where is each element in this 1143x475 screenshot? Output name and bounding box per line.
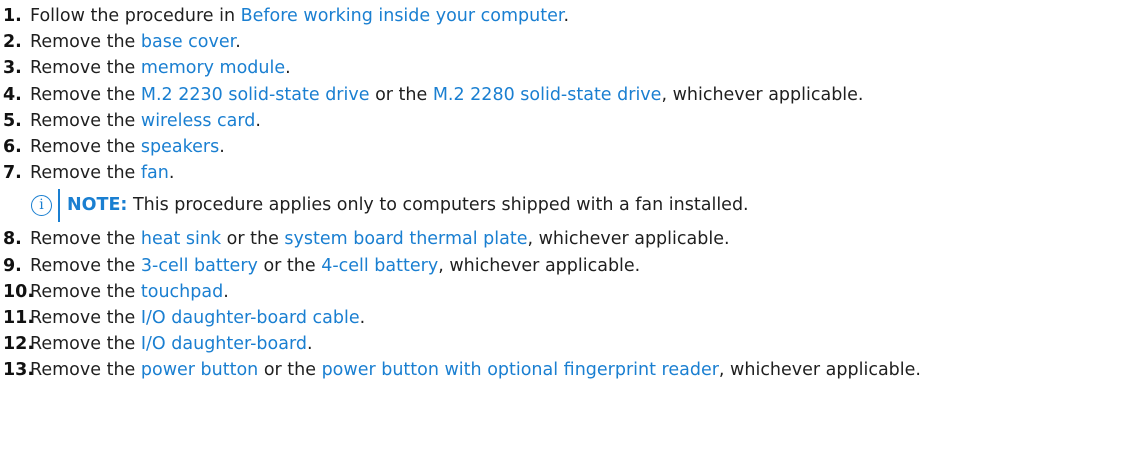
note-body: This procedure applies only to computers…	[127, 195, 749, 216]
step-text: Remove the memory module.	[30, 55, 291, 81]
note-callout: i NOTE: This procedure applies only to co…	[0, 186, 1143, 226]
step-text-segment: .	[223, 281, 229, 302]
step-text-segment: .	[219, 136, 225, 157]
step-link[interactable]: 4-cell battery	[321, 256, 438, 276]
note-divider	[58, 189, 60, 223]
step-text-segment: , whichever applicable.	[718, 360, 921, 381]
step-link[interactable]: speakers	[141, 137, 219, 157]
step-link[interactable]: power button with optional fingerprint r…	[322, 360, 719, 380]
step-link[interactable]: touchpad	[141, 282, 223, 302]
step-text-segment: Remove the	[30, 360, 141, 381]
step-text-segment: Follow the procedure in	[30, 6, 241, 26]
step-number: 4.	[3, 84, 22, 105]
step-link[interactable]: memory module	[141, 58, 285, 78]
step-text-segment: .	[563, 6, 570, 26]
step-text: Remove the speakers.	[30, 134, 225, 160]
step-text-segment: .	[285, 58, 291, 79]
step-item: 2. Remove the base cover.	[0, 29, 1143, 55]
step-item: 13. Remove the power button or the power …	[0, 357, 1143, 383]
step-number: 1.	[3, 6, 22, 26]
step-item: 10. Remove the touchpad.	[0, 279, 1143, 305]
step-link[interactable]: power button	[141, 360, 258, 380]
step-text: Remove the heat sink or the system board…	[30, 226, 730, 252]
step-item: 3. Remove the memory module.	[0, 55, 1143, 81]
info-icon: i	[31, 195, 52, 217]
step-link[interactable]: fan	[141, 163, 169, 183]
step-text: Remove the 3-cell battery or the 4-cell …	[30, 253, 640, 279]
procedure-steps-list: 1. Follow the procedure in Before working…	[0, 0, 1143, 383]
step-text-segment: Remove the	[30, 307, 141, 328]
step-text-segment: , whichever applicable.	[661, 84, 864, 105]
step-number: 8.	[3, 229, 22, 250]
step-text-segment: Remove the	[30, 334, 141, 355]
step-text-segment: Remove the	[30, 281, 141, 302]
step-link[interactable]: heat sink	[141, 229, 221, 249]
step-link[interactable]: system board thermal plate	[284, 229, 527, 249]
step-number: 2.	[3, 32, 22, 53]
step-text-segment: .	[359, 307, 366, 328]
step-item: 6. Remove the speakers.	[0, 134, 1143, 160]
step-text-segment: or the	[257, 255, 322, 276]
step-link[interactable]: I/O daughter-board	[141, 334, 307, 354]
step-number: 7.	[3, 163, 22, 184]
step-text-segment: .	[235, 32, 241, 53]
step-text-segment: Remove the	[30, 84, 141, 105]
step-text-segment: or the	[258, 360, 322, 381]
note-label: NOTE:	[67, 195, 128, 216]
step-link[interactable]: Before working inside your computer	[241, 6, 564, 26]
step-item: 8. Remove the heat sink or the system boa…	[0, 226, 1143, 252]
step-text: Remove the power button or the power but…	[30, 357, 921, 383]
step-text-segment: Remove the	[30, 32, 141, 53]
step-item: 7. Remove the fan.	[0, 160, 1143, 186]
step-text-segment: Remove the	[30, 58, 141, 79]
step-text-segment: .	[255, 110, 261, 131]
step-number: 5.	[3, 110, 22, 131]
step-link[interactable]: M.2 2230 solid-state drive	[141, 85, 370, 105]
step-text-segment: .	[306, 334, 313, 355]
step-item: 11. Remove the I/O daughter-board cable.	[0, 305, 1143, 331]
step-link[interactable]: M.2 2280 solid-state drive	[433, 85, 662, 105]
step-text-segment: Remove the	[30, 136, 141, 157]
step-text: Remove the M.2 2230 solid-state drive or…	[30, 82, 864, 108]
step-text: Remove the base cover.	[30, 29, 241, 55]
step-text: Remove the I/O daughter-board cable.	[30, 305, 365, 331]
step-text-segment: or the	[221, 229, 285, 250]
step-text: Follow the procedure in Before working i…	[30, 3, 569, 29]
step-text-segment: Remove the	[30, 229, 141, 250]
step-number: 3.	[3, 58, 22, 79]
step-text-segment: Remove the	[30, 255, 141, 276]
step-link[interactable]: 3-cell battery	[141, 256, 258, 276]
note-text: NOTE: This procedure applies only to com…	[67, 193, 749, 217]
step-text: Remove the fan.	[30, 160, 174, 186]
step-item: 5. Remove the wireless card.	[0, 108, 1143, 134]
step-text-segment: or the	[369, 84, 433, 105]
step-text: Remove the I/O daughter-board.	[30, 331, 313, 357]
step-text: Remove the wireless card.	[30, 108, 261, 134]
step-item: 1. Follow the procedure in Before working…	[0, 3, 1143, 29]
step-number: 9.	[3, 255, 22, 276]
step-item: 4. Remove the M.2 2230 solid-state drive …	[0, 82, 1143, 108]
step-text-segment: , whichever applicable.	[438, 255, 641, 276]
step-link[interactable]: base cover	[141, 32, 235, 52]
step-text-segment: Remove the	[30, 110, 141, 131]
step-text: Remove the touchpad.	[30, 279, 229, 305]
step-item: 9. Remove the 3-cell battery or the 4-cel…	[0, 253, 1143, 279]
step-text-segment: Remove the	[30, 163, 141, 184]
step-text-segment: .	[168, 163, 175, 184]
step-link[interactable]: I/O daughter-board cable	[141, 308, 360, 328]
step-link[interactable]: wireless card	[141, 111, 256, 131]
step-text-segment: , whichever applicable.	[527, 229, 730, 250]
step-item: 12. Remove the I/O daughter-board.	[0, 331, 1143, 357]
step-number: 6.	[3, 136, 22, 157]
